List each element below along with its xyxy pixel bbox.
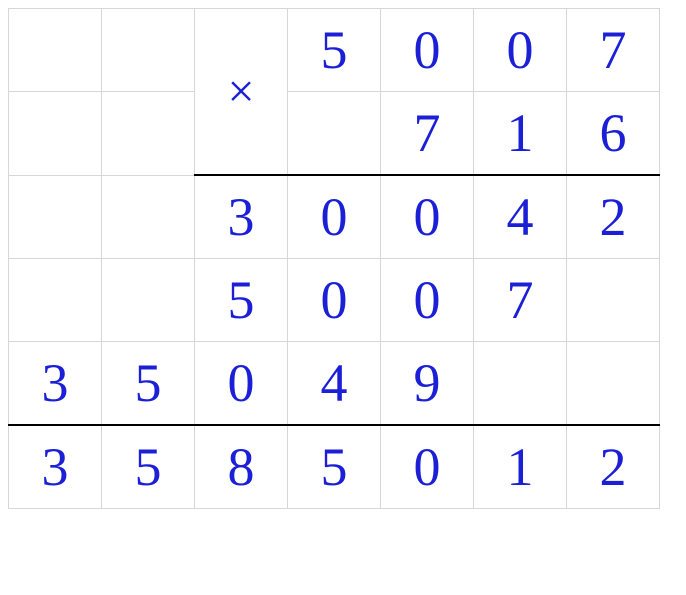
empty-cell (474, 342, 567, 426)
multiplicand-digit: 5 (288, 9, 381, 92)
empty-cell (9, 9, 102, 92)
multiplicand-row: × 5 0 0 7 (9, 9, 660, 92)
partial-product-row: 3 0 0 4 2 (9, 175, 660, 259)
empty-cell (102, 175, 195, 259)
partial-digit: 4 (474, 175, 567, 259)
multiplicand-digit: 7 (567, 9, 660, 92)
partial-product-row: 3 5 0 4 9 (9, 342, 660, 426)
partial-digit: 0 (381, 175, 474, 259)
partial-digit: 3 (195, 175, 288, 259)
partial-digit: 9 (381, 342, 474, 426)
empty-cell (288, 92, 381, 176)
product-digit: 0 (381, 425, 474, 509)
empty-cell (102, 259, 195, 342)
long-multiplication-grid: × 5 0 0 7 7 1 6 3 0 0 4 2 5 0 0 7 3 5 0 … (8, 8, 660, 509)
multiplier-digit: 7 (381, 92, 474, 176)
empty-cell (102, 9, 195, 92)
empty-cell (9, 259, 102, 342)
empty-cell (9, 92, 102, 176)
partial-digit: 0 (381, 259, 474, 342)
multiplier-digit: 1 (474, 92, 567, 176)
multiply-operator: × (195, 9, 288, 176)
multiplier-digit: 6 (567, 92, 660, 176)
partial-digit: 0 (288, 259, 381, 342)
partial-digit: 7 (474, 259, 567, 342)
product-digit: 3 (9, 425, 102, 509)
empty-cell (567, 342, 660, 426)
empty-cell (567, 259, 660, 342)
partial-digit: 4 (288, 342, 381, 426)
product-digit: 5 (288, 425, 381, 509)
partial-digit: 5 (102, 342, 195, 426)
partial-digit: 2 (567, 175, 660, 259)
product-digit: 2 (567, 425, 660, 509)
partial-digit: 0 (288, 175, 381, 259)
partial-digit: 3 (9, 342, 102, 426)
multiplicand-digit: 0 (381, 9, 474, 92)
partial-digit: 0 (195, 342, 288, 426)
partial-digit: 5 (195, 259, 288, 342)
product-digit: 1 (474, 425, 567, 509)
product-digit: 5 (102, 425, 195, 509)
multiplier-row: 7 1 6 (9, 92, 660, 176)
empty-cell (9, 175, 102, 259)
partial-product-row: 5 0 0 7 (9, 259, 660, 342)
multiplicand-digit: 0 (474, 9, 567, 92)
empty-cell (102, 92, 195, 176)
product-digit: 8 (195, 425, 288, 509)
product-row: 3 5 8 5 0 1 2 (9, 425, 660, 509)
